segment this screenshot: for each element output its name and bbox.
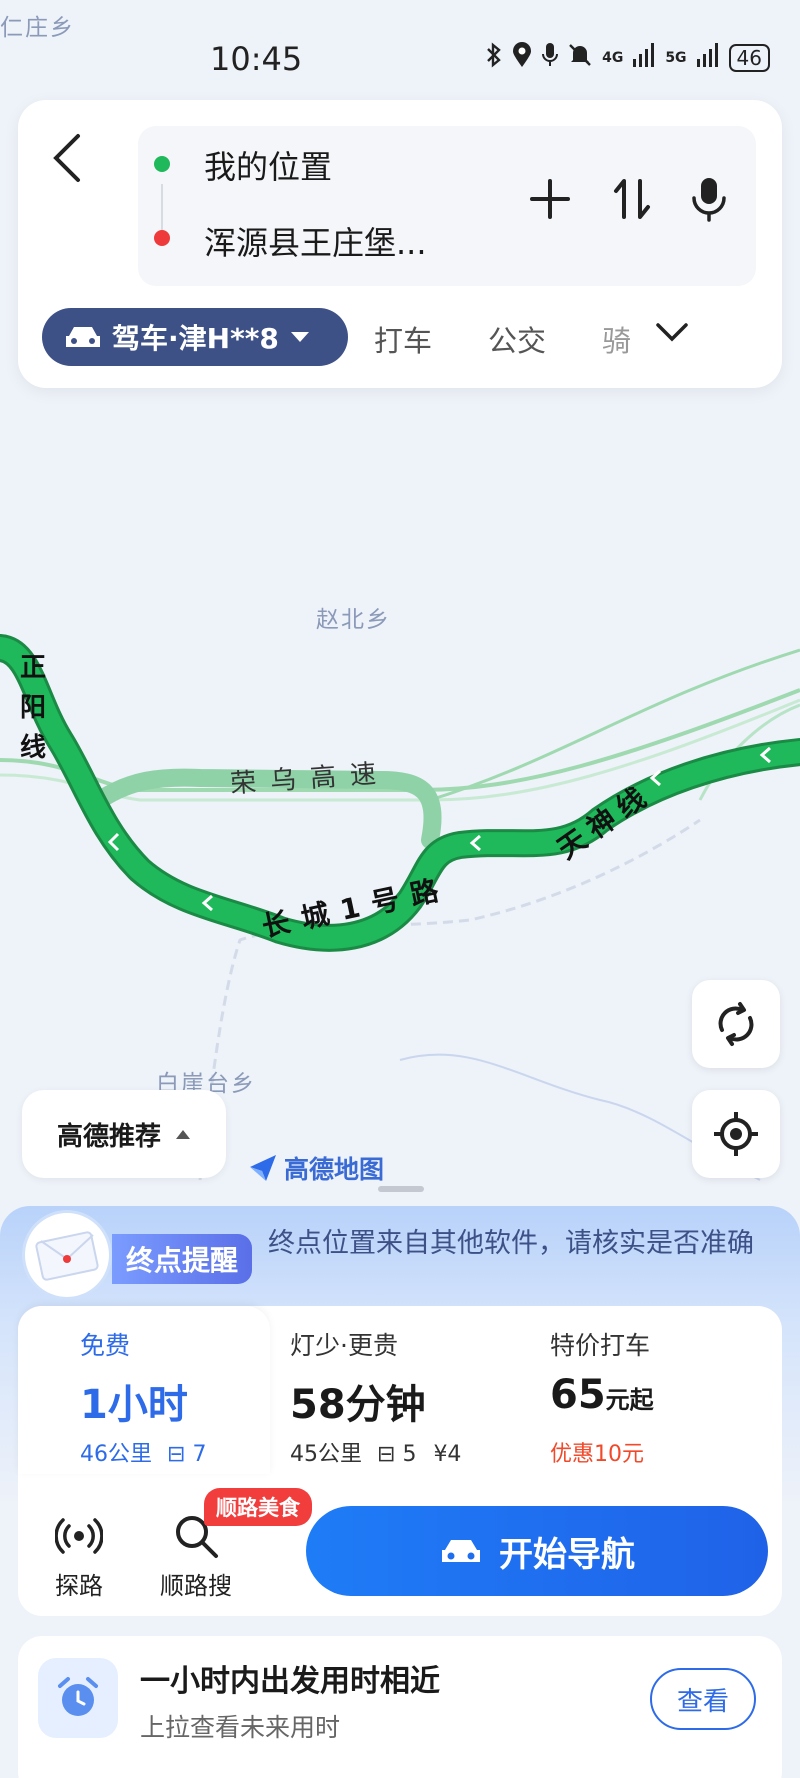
route-option-taxi-deal[interactable]: 特价打车 65元起 优惠10元 xyxy=(526,1306,782,1474)
route-options-card: 免费 1小时 46公里 ⊟ 7 灯少·更贵 58分钟 45公里 ⊟ 5 ¥4 特… xyxy=(18,1306,782,1616)
tab-bus[interactable]: 公交 xyxy=(488,318,546,360)
tab-taxi[interactable]: 打车 xyxy=(374,318,432,360)
recommend-sort-button[interactable]: 高德推荐 xyxy=(22,1090,226,1178)
start-navigation-button[interactable]: 开始导航 xyxy=(306,1506,768,1596)
back-arrow-icon xyxy=(53,134,80,182)
amap-logo-icon xyxy=(250,1155,276,1181)
amap-logo: 高德地图 xyxy=(248,1150,384,1186)
taxi-price-unit: 元起 xyxy=(605,1386,654,1414)
alarm-clock-icon xyxy=(58,1677,98,1716)
explore-label: 探路 xyxy=(55,1572,103,1600)
swap-route-button[interactable] xyxy=(612,177,652,225)
origin-dot-icon xyxy=(154,156,170,172)
traffic-light-icon: ⊟ xyxy=(167,1442,186,1467)
route-option-label: 特价打车 xyxy=(550,1331,651,1360)
map-label-road: 正阳线 xyxy=(20,653,49,763)
along-route-search-label: 顺路搜 xyxy=(160,1572,232,1600)
route-actions xyxy=(528,176,726,226)
destination-dot-icon xyxy=(154,230,170,246)
route-connector xyxy=(161,184,163,232)
signal-4g-label: 4G xyxy=(602,50,624,66)
car-icon xyxy=(66,327,100,347)
route-option-meta: 46公里 ⊟ 7 xyxy=(80,1436,206,1468)
tab-ride[interactable]: 骑 xyxy=(602,318,632,360)
hint-title: 一小时内出发用时相近 xyxy=(140,1664,440,1699)
route-option-meta: 45公里 ⊟ 5 ¥4 xyxy=(290,1436,461,1468)
alert-tag: 终点提醒 xyxy=(112,1234,252,1284)
location-icon xyxy=(512,42,532,74)
status-icons: 4G 5G 46 xyxy=(486,42,770,74)
route-option-time: 1小时 xyxy=(80,1382,188,1428)
alert-message[interactable]: 终点位置来自其他软件，请核实是否准确 xyxy=(268,1226,768,1262)
taxi-promo: 优惠10元 xyxy=(550,1442,644,1467)
drag-handle[interactable] xyxy=(378,1186,424,1192)
route-distance: 46公里 xyxy=(80,1442,152,1467)
route-option-free[interactable]: 免费 1小时 46公里 ⊟ 7 xyxy=(18,1306,270,1474)
toll-fee: ¥4 xyxy=(433,1442,462,1467)
route-option-label: 免费 xyxy=(80,1331,131,1360)
departure-time-hint[interactable]: 一小时内出发用时相近 上拉查看未来用时 查看 xyxy=(18,1636,782,1778)
route-option-fewer-lights[interactable]: 灯少·更贵 58分钟 45公里 ⊟ 5 ¥4 xyxy=(270,1306,526,1474)
taxi-price: 65元起 xyxy=(550,1372,654,1418)
signal-icon xyxy=(696,43,719,73)
locate-icon xyxy=(714,1112,758,1156)
map-label-place: 赵北乡 xyxy=(316,607,391,633)
signal-icon xyxy=(633,43,655,73)
envelope-icon xyxy=(35,1231,99,1281)
locate-me-button[interactable] xyxy=(692,1090,780,1178)
refresh-route-button[interactable] xyxy=(692,980,780,1068)
route-option-time: 58分钟 xyxy=(290,1382,426,1428)
mic-status-icon xyxy=(542,42,559,74)
amap-logo-text: 高德地图 xyxy=(284,1155,385,1184)
destination-field[interactable]: 浑源县王庄堡... xyxy=(204,218,427,264)
signal-5g-label: 5G xyxy=(665,50,687,66)
alarm-clock-badge xyxy=(38,1658,118,1738)
route-input-box: 我的位置 浑源县王庄堡... xyxy=(138,126,756,286)
recommend-label: 高德推荐 xyxy=(56,1121,161,1152)
chevron-down-icon xyxy=(656,323,688,342)
mute-icon xyxy=(568,42,592,74)
status-time: 10:45 xyxy=(210,40,303,78)
traffic-light-icon: ⊟ xyxy=(377,1442,396,1467)
envelope-avatar xyxy=(22,1210,112,1300)
plus-icon xyxy=(530,179,570,219)
mic-icon xyxy=(692,178,726,222)
car-icon xyxy=(442,1540,480,1562)
traffic-light-count: 5 xyxy=(402,1442,417,1467)
origin-field[interactable]: 我的位置 xyxy=(204,142,332,188)
start-navigation-label: 开始导航 xyxy=(499,1534,635,1575)
view-future-times-button[interactable]: 查看 xyxy=(650,1668,756,1730)
broadcast-icon xyxy=(55,1518,103,1554)
explore-button[interactable]: 探路 xyxy=(34,1506,124,1601)
bluetooth-icon xyxy=(486,42,502,74)
route-search-card: 我的位置 浑源县王庄堡... 驾车·津H**8 打车 公交 骑 xyxy=(18,100,782,388)
tab-drive[interactable]: 驾车·津H**8 xyxy=(42,308,348,366)
expand-modes-button[interactable] xyxy=(654,320,690,348)
food-badge[interactable]: 顺路美食 xyxy=(204,1488,312,1526)
tab-drive-label: 驾车·津H**8 xyxy=(112,322,279,355)
route-distance: 45公里 xyxy=(290,1442,362,1467)
travel-mode-tabs: 驾车·津H**8 打车 公交 骑 xyxy=(42,308,762,366)
swap-icon xyxy=(614,179,650,219)
caret-up-icon xyxy=(176,1130,190,1139)
refresh-icon xyxy=(718,1002,754,1046)
status-bar: 10:45 4G 5G 46 xyxy=(0,0,800,100)
taxi-price-value: 65 xyxy=(550,1372,606,1418)
hint-subtitle: 上拉查看未来用时 xyxy=(140,1713,341,1742)
route-option-label: 灯少·更贵 xyxy=(290,1331,398,1360)
back-button[interactable] xyxy=(48,130,98,190)
dropdown-triangle-icon xyxy=(290,332,309,342)
traffic-light-count: 7 xyxy=(192,1442,207,1467)
voice-input-button[interactable] xyxy=(692,176,726,226)
add-waypoint-button[interactable] xyxy=(528,177,572,225)
battery-indicator: 46 xyxy=(728,44,770,72)
